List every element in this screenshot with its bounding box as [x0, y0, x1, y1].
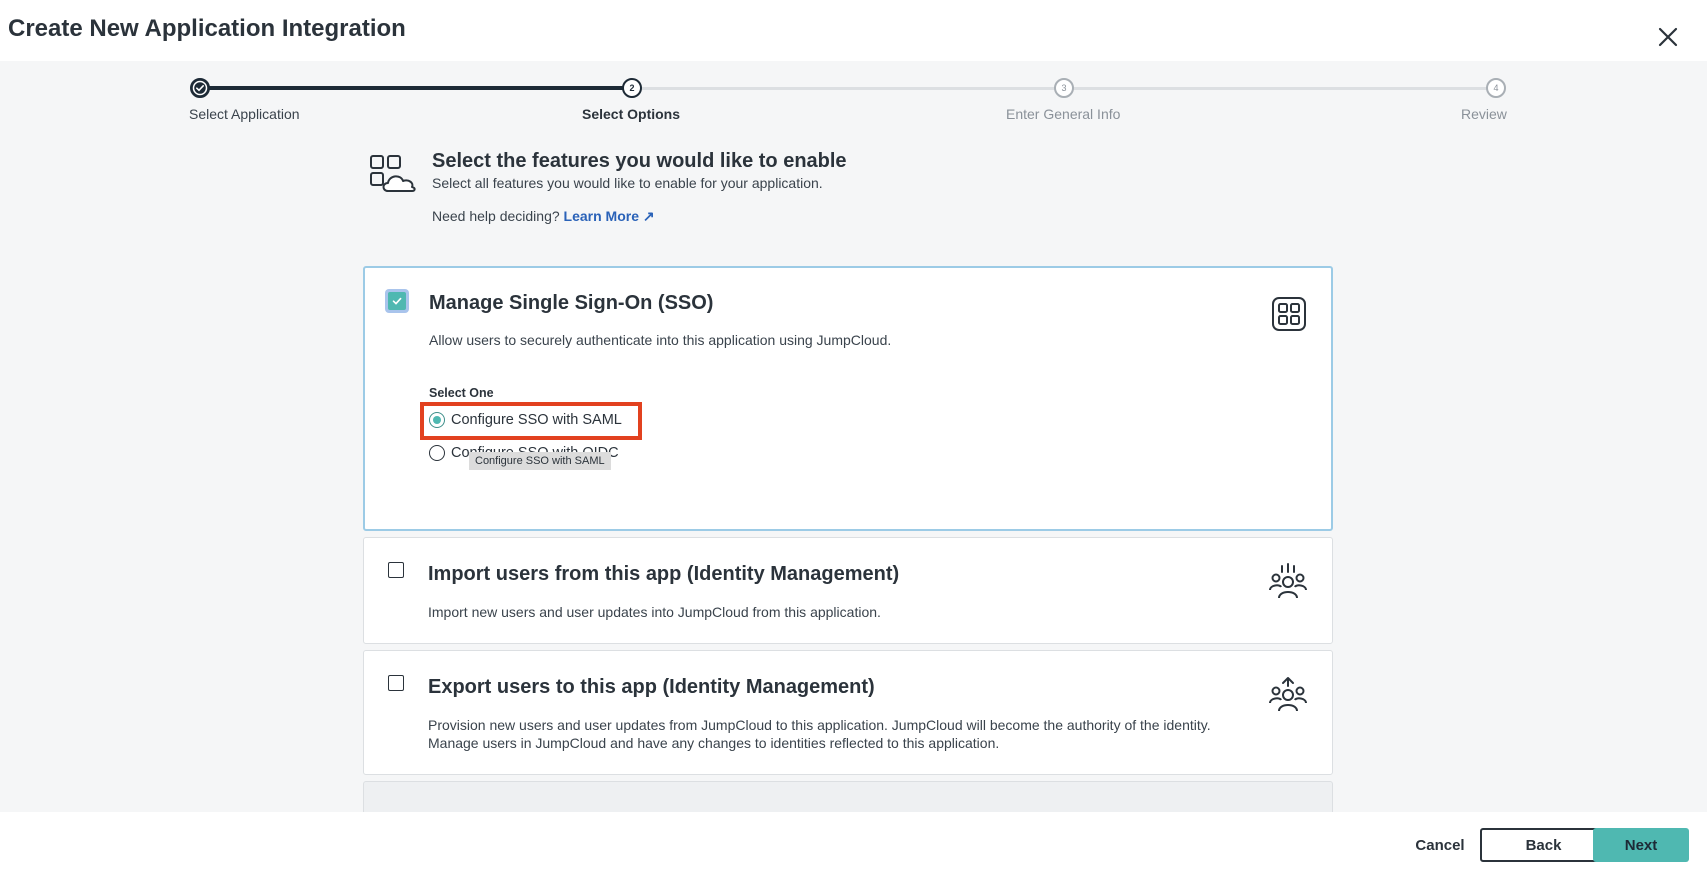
step-1-label: Select Application: [189, 106, 300, 122]
import-checkbox[interactable]: [388, 562, 404, 578]
import-card-description: Import new users and user updates into J…: [428, 604, 881, 620]
export-card-description: Provision new users and user updates fro…: [428, 716, 1211, 752]
import-feature-card[interactable]: Import users from this app (Identity Man…: [363, 537, 1333, 644]
sso-card-title: Manage Single Sign-On (SSO): [429, 292, 714, 314]
additional-feature-card: [363, 781, 1333, 812]
step-3-label: Enter General Info: [1006, 106, 1121, 122]
step-4-indicator: 4: [1486, 78, 1506, 98]
sso-feature-card[interactable]: Manage Single Sign-On (SSO) Allow users …: [363, 266, 1333, 531]
export-feature-card[interactable]: Export users to this app (Identity Manag…: [363, 650, 1333, 775]
help-prefix: Need help deciding?: [432, 208, 560, 224]
users-export-icon: [1268, 675, 1308, 715]
step-4-label: Review: [1461, 106, 1507, 122]
export-description-line-2: Manage users in JumpCloud and have any c…: [428, 735, 1000, 751]
step-3-indicator: 3: [1054, 78, 1074, 98]
users-import-icon: [1268, 562, 1308, 602]
apps-cloud-icon: [368, 153, 418, 195]
select-one-label: Select One: [429, 386, 494, 400]
dialog-body: 2 3 4 Select Application Select Options …: [0, 61, 1707, 812]
step-2-indicator: 2: [622, 78, 642, 98]
learn-more-link[interactable]: Learn More ↗: [564, 208, 655, 224]
saml-tooltip: Configure SSO with SAML: [469, 452, 611, 470]
step-1-check-icon: [190, 78, 210, 98]
step-2-label: Select Options: [582, 106, 681, 122]
sso-checkbox[interactable]: [385, 289, 409, 313]
export-description-line-1: Provision new users and user updates fro…: [428, 717, 1211, 733]
progress-stepper: 2 3 4 Select Application Select Options …: [0, 61, 1707, 141]
close-icon[interactable]: [1655, 24, 1681, 50]
checkmark-icon: [388, 292, 406, 310]
sso-card-description: Allow users to securely authenticate int…: [429, 332, 892, 348]
export-card-title: Export users to this app (Identity Manag…: [428, 676, 875, 698]
cancel-button[interactable]: Cancel: [1406, 828, 1474, 862]
dialog-title: Create New Application Integration: [8, 15, 406, 42]
dialog-header: Create New Application Integration: [0, 0, 1707, 61]
saml-option-highlight: [420, 402, 642, 440]
export-checkbox[interactable]: [388, 675, 404, 691]
features-heading: Select the features you would like to en…: [432, 150, 847, 172]
stepper-line-complete: [200, 86, 632, 90]
next-button[interactable]: Next: [1593, 828, 1689, 862]
oidc-radio[interactable]: [429, 445, 445, 461]
help-text: Need help deciding? Learn More ↗: [432, 208, 655, 225]
app-grid-icon: [1269, 294, 1309, 334]
import-card-title: Import users from this app (Identity Man…: [428, 563, 900, 585]
back-button[interactable]: Back: [1480, 828, 1607, 862]
features-subheading: Select all features you would like to en…: [432, 175, 823, 191]
dialog-footer: Cancel Back Next: [0, 812, 1707, 874]
